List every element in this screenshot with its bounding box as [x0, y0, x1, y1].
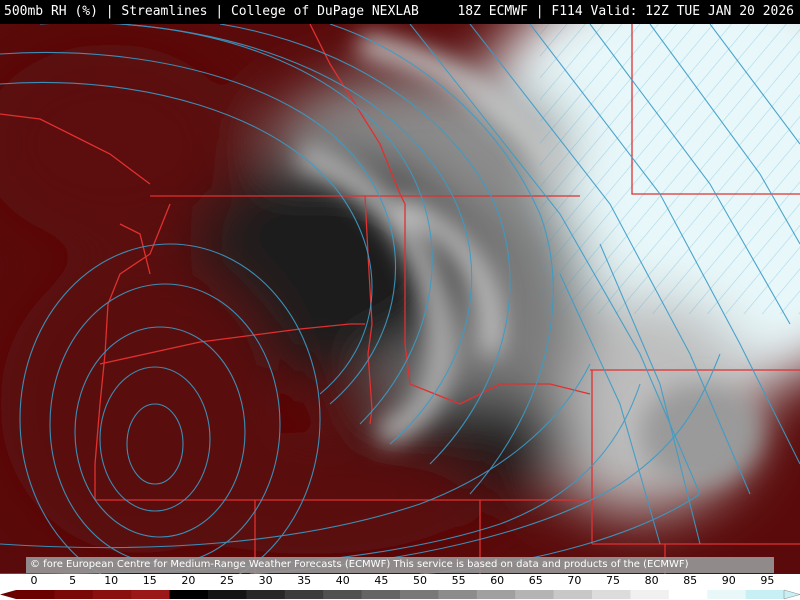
legend-tick-35: 35: [297, 574, 312, 587]
colorbar-segment: [707, 590, 747, 599]
colorbar-segment: [745, 590, 785, 599]
legend-tick-65: 65: [528, 574, 543, 587]
colorbar: [0, 589, 800, 600]
colorbar-segment: [169, 590, 209, 599]
rh-legend: 0 5 10 15 20 25 30 35 40 45 50 55 60 65 70 75 80 85 90 95: [0, 574, 800, 600]
legend-tick-60: 60: [490, 574, 505, 587]
legend-tick-45: 45: [374, 574, 389, 587]
colorbar-segment: [16, 590, 55, 599]
weather-map[interactable]: [0, 24, 800, 574]
legend-tick-85: 85: [683, 574, 698, 587]
colorbar-segment: [630, 590, 670, 599]
legend-tick-80: 80: [644, 574, 659, 587]
legend-tick-50: 50: [413, 574, 427, 587]
legend-tick-5: 5: [69, 574, 77, 587]
colorbar-segment: [208, 590, 247, 599]
product-title: 500mb RH (%) | Streamlines | College of …: [4, 4, 419, 19]
ecmwf-credit: © fore European Centre for Medium-Range …: [26, 557, 774, 573]
colorbar-segment: [400, 590, 439, 599]
colorbar-segment: [323, 590, 363, 599]
legend-tick-15: 15: [142, 574, 157, 587]
colorbar-max-arrow: [783, 589, 800, 600]
legend-tick-20: 20: [181, 574, 196, 587]
legend-tick-25: 25: [220, 574, 234, 587]
colorbar-segment: [54, 590, 94, 599]
legend-tick-0: 0: [30, 574, 38, 587]
colorbar-segment: [131, 590, 171, 599]
legend-tick-30: 30: [258, 574, 273, 587]
legend-tick-90: 90: [721, 574, 736, 587]
moist-hatching: [540, 24, 800, 314]
colorbar-segment: [553, 590, 593, 599]
legend-tick-10: 10: [104, 574, 119, 587]
legend-tick-95: 95: [760, 574, 775, 587]
colorbar-segment: [668, 590, 708, 599]
colorbar-segment: [246, 590, 286, 599]
colorbar-segment: [515, 590, 555, 599]
colorbar-segment: [284, 590, 324, 599]
valid-time: 18Z ECMWF | F114 Valid: 12Z TUE JAN 20 2…: [457, 4, 794, 19]
colorbar-min-arrow: [0, 590, 16, 599]
map-header: 500mb RH (%) | Streamlines | College of …: [0, 0, 800, 24]
legend-tick-75: 75: [606, 574, 620, 587]
legend-tick-70: 70: [567, 574, 582, 587]
colorbar-segment: [438, 590, 478, 599]
legend-tick-40: 40: [335, 574, 350, 587]
colorbar-segment: [476, 590, 516, 599]
colorbar-segment: [92, 590, 132, 599]
colorbar-segment: [361, 590, 401, 599]
map-svg: [0, 24, 800, 574]
colorbar-segment: [592, 590, 631, 599]
legend-tick-55: 55: [451, 574, 466, 587]
